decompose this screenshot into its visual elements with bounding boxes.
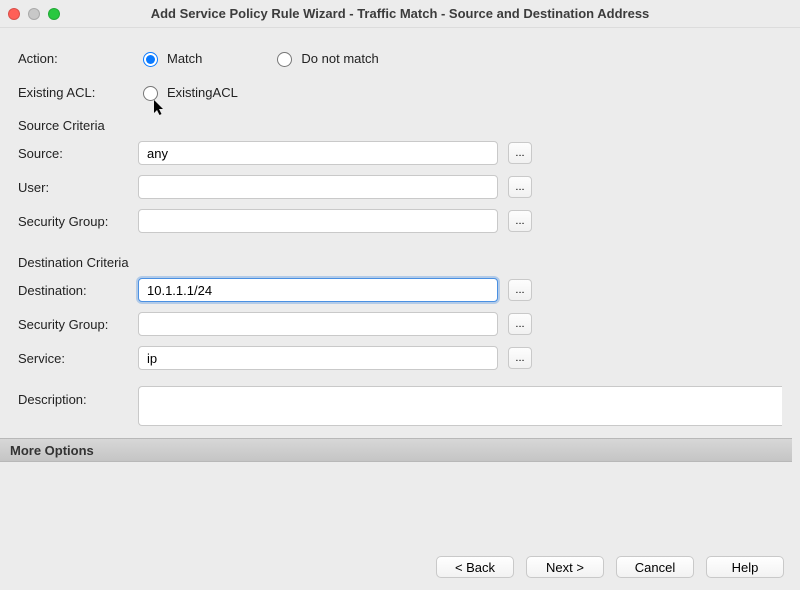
sec-group-src-browse-button[interactable]: ... bbox=[508, 210, 532, 232]
radio-match-input[interactable] bbox=[143, 52, 158, 67]
sec-group-dst-input[interactable] bbox=[138, 312, 498, 336]
existing-acl-label: Existing ACL: bbox=[18, 85, 138, 100]
source-label: Source: bbox=[18, 146, 138, 161]
existing-acl-row: Existing ACL: ExistingACL bbox=[18, 80, 782, 104]
destination-row: Destination: ... bbox=[18, 278, 782, 302]
source-row: Source: ... bbox=[18, 141, 782, 165]
zoom-icon[interactable] bbox=[48, 8, 60, 20]
sec-group-src-row: Security Group: ... bbox=[18, 209, 782, 233]
sec-group-dst-label: Security Group: bbox=[18, 317, 138, 332]
user-browse-button[interactable]: ... bbox=[508, 176, 532, 198]
more-options-toggle[interactable]: More Options bbox=[0, 438, 792, 462]
source-browse-button[interactable]: ... bbox=[508, 142, 532, 164]
destination-label: Destination: bbox=[18, 283, 138, 298]
window-controls bbox=[8, 8, 60, 20]
radio-existing-acl[interactable]: ExistingACL bbox=[138, 83, 238, 101]
titlebar: Add Service Policy Rule Wizard - Traffic… bbox=[0, 0, 800, 28]
user-row: User: ... bbox=[18, 175, 782, 199]
radio-match[interactable]: Match bbox=[138, 49, 202, 67]
content-area: Action: Match Do not match Existing ACL:… bbox=[0, 28, 800, 462]
user-label: User: bbox=[18, 180, 138, 195]
source-criteria-header: Source Criteria bbox=[18, 118, 782, 133]
destination-input[interactable] bbox=[138, 278, 498, 302]
action-label: Action: bbox=[18, 51, 138, 66]
minimize-icon[interactable] bbox=[28, 8, 40, 20]
destination-criteria-header: Destination Criteria bbox=[18, 255, 782, 270]
sec-group-src-label: Security Group: bbox=[18, 214, 138, 229]
radio-match-label: Match bbox=[167, 51, 202, 66]
description-label: Description: bbox=[18, 386, 138, 407]
cancel-button[interactable]: Cancel bbox=[616, 556, 694, 578]
service-label: Service: bbox=[18, 351, 138, 366]
more-options-label: More Options bbox=[10, 443, 94, 458]
service-input[interactable] bbox=[138, 346, 498, 370]
sec-group-dst-browse-button[interactable]: ... bbox=[508, 313, 532, 335]
help-button[interactable]: Help bbox=[706, 556, 784, 578]
action-row: Action: Match Do not match bbox=[18, 46, 782, 70]
user-input[interactable] bbox=[138, 175, 498, 199]
sec-group-dst-row: Security Group: ... bbox=[18, 312, 782, 336]
service-row: Service: ... bbox=[18, 346, 782, 370]
radio-nomatch-label: Do not match bbox=[301, 51, 378, 66]
service-browse-button[interactable]: ... bbox=[508, 347, 532, 369]
close-icon[interactable] bbox=[8, 8, 20, 20]
radio-nomatch-input[interactable] bbox=[277, 52, 292, 67]
back-button[interactable]: < Back bbox=[436, 556, 514, 578]
description-row: Description: bbox=[18, 386, 782, 426]
radio-nomatch[interactable]: Do not match bbox=[272, 49, 378, 67]
window-title: Add Service Policy Rule Wizard - Traffic… bbox=[0, 6, 800, 21]
radio-existing-acl-input[interactable] bbox=[143, 86, 158, 101]
destination-browse-button[interactable]: ... bbox=[508, 279, 532, 301]
radio-existing-acl-label: ExistingACL bbox=[167, 85, 238, 100]
next-button[interactable]: Next > bbox=[526, 556, 604, 578]
source-input[interactable] bbox=[138, 141, 498, 165]
button-bar: < Back Next > Cancel Help bbox=[436, 556, 784, 578]
action-radio-group: Match Do not match bbox=[138, 49, 379, 67]
sec-group-src-input[interactable] bbox=[138, 209, 498, 233]
description-input[interactable] bbox=[138, 386, 782, 426]
